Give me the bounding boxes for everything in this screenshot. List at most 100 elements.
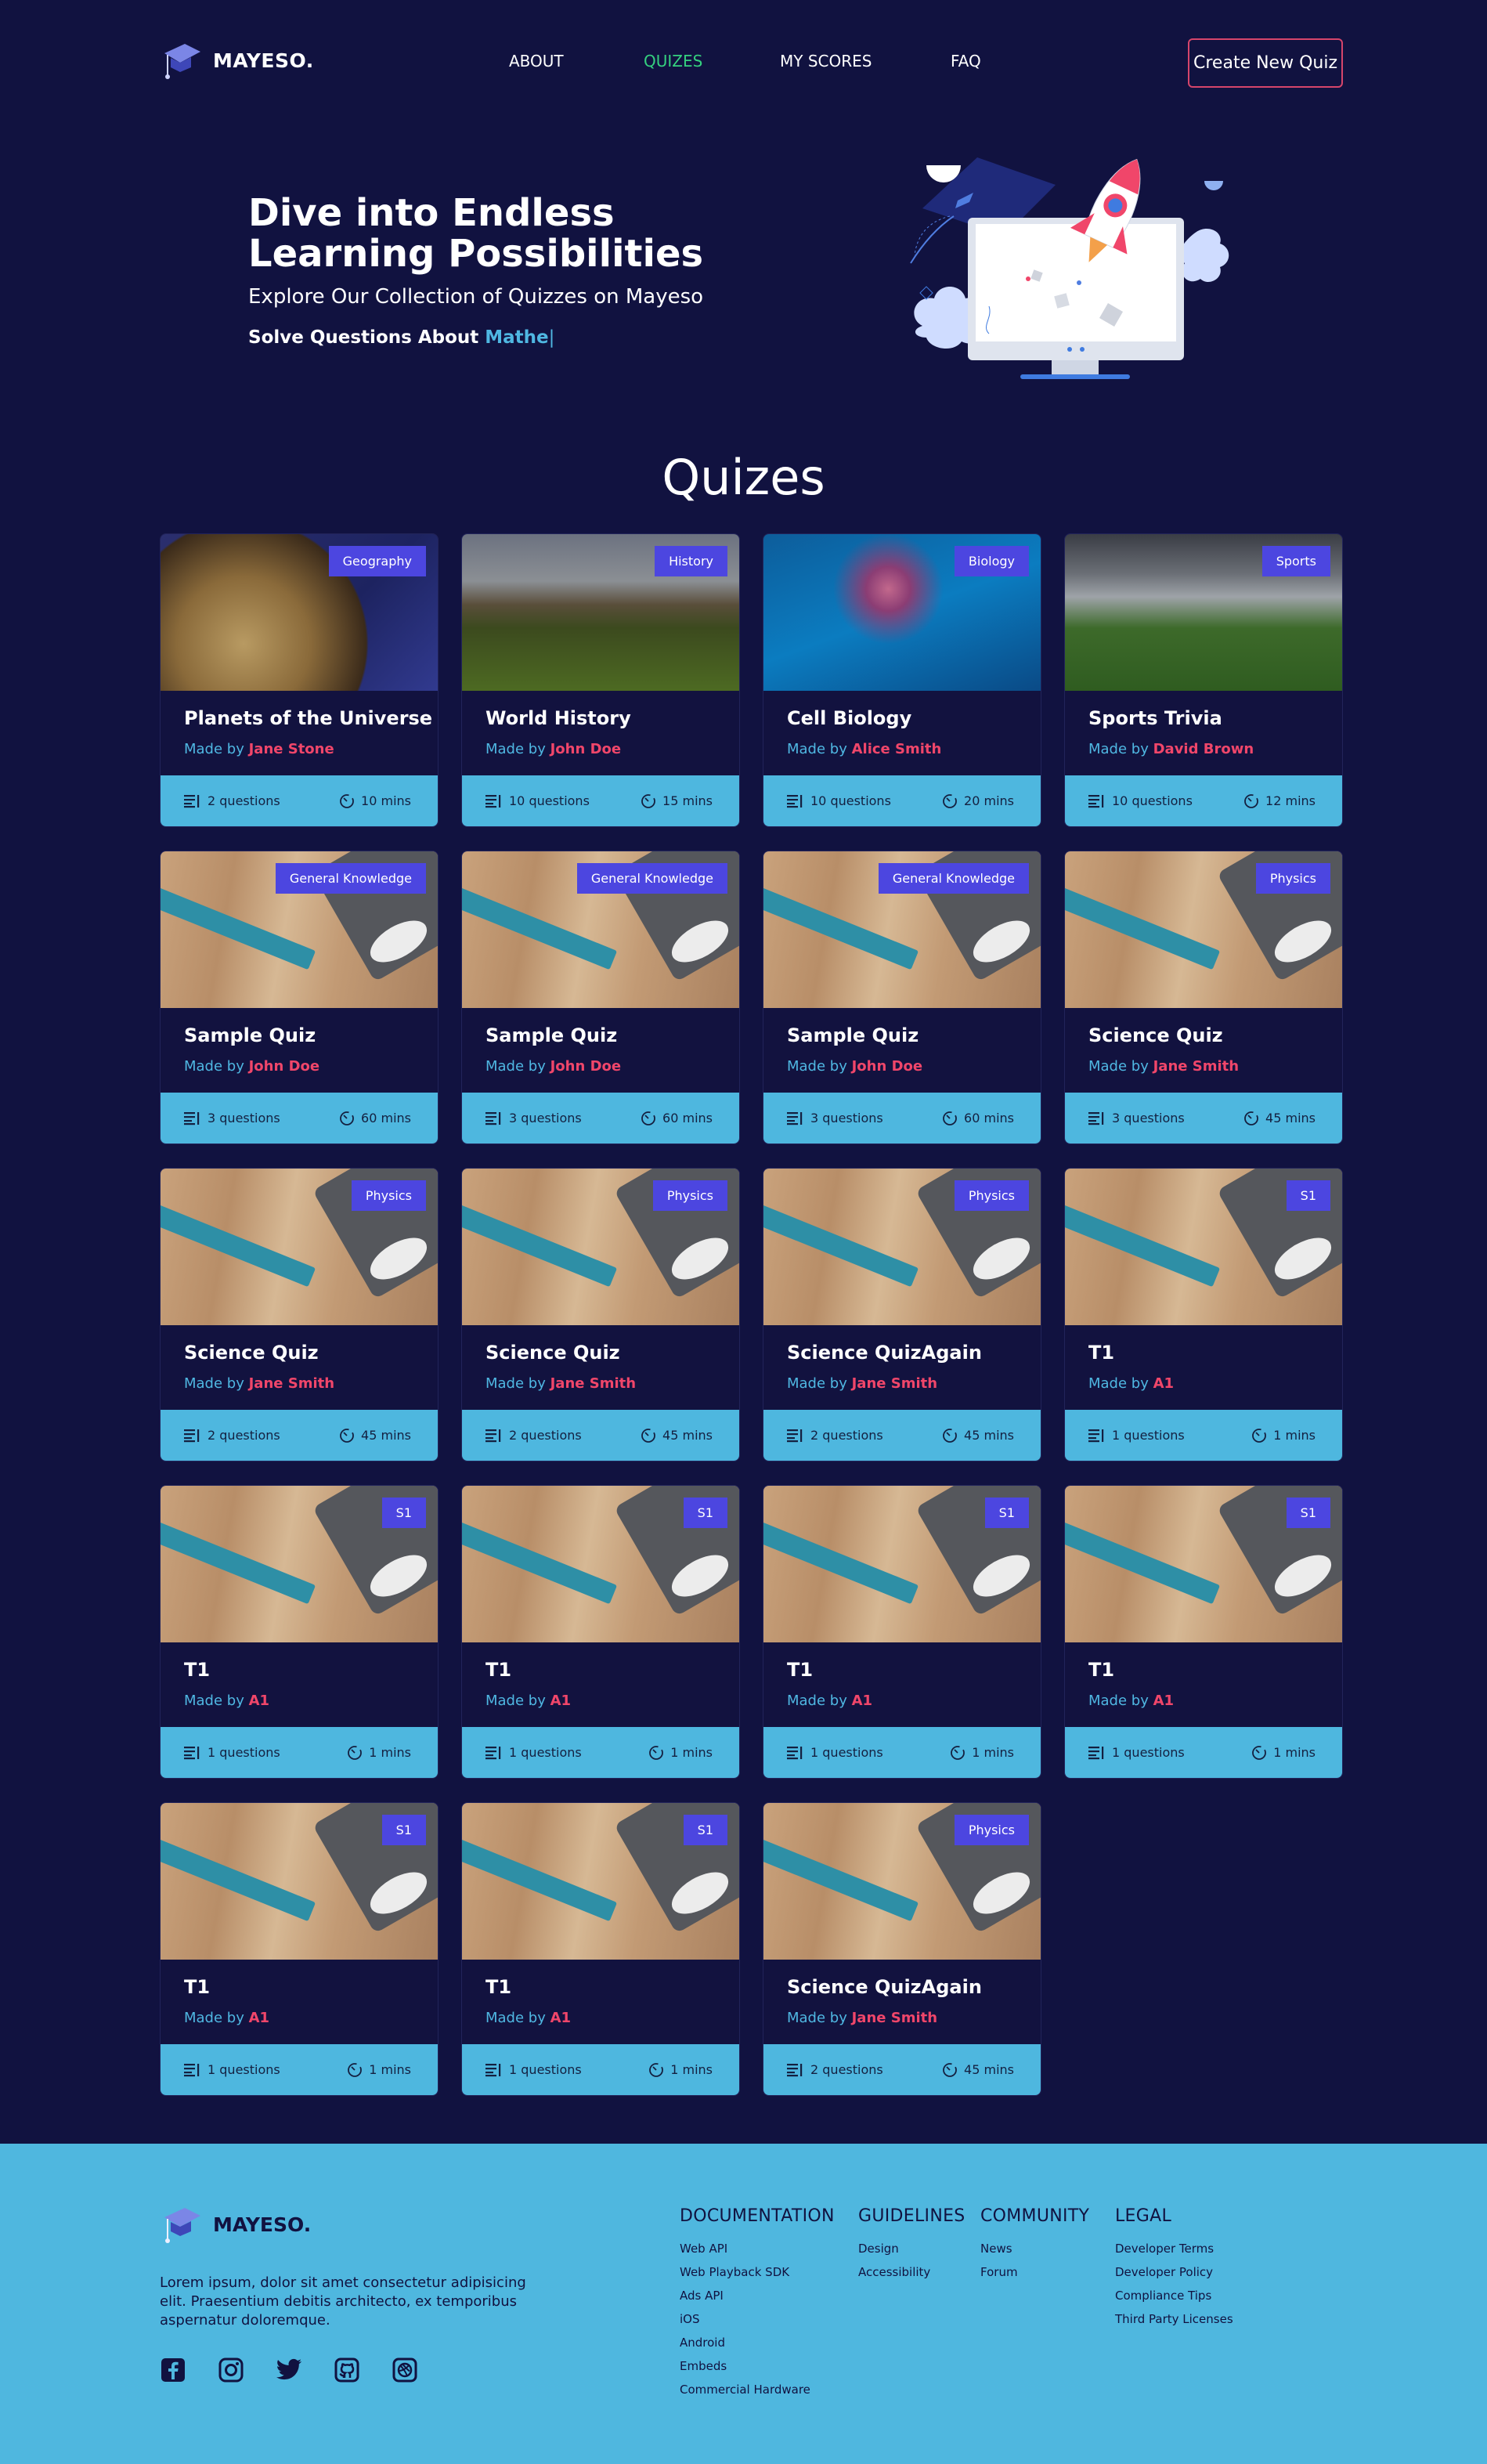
quiz-card-footer: 10 questions 20 mins <box>763 775 1041 826</box>
question-count: 3 questions <box>485 1111 582 1125</box>
dribbble-icon[interactable] <box>392 2357 418 2383</box>
timer-icon <box>649 1745 664 1760</box>
footer-brand-logo[interactable]: MAYESO. <box>160 2205 311 2244</box>
question-count: 2 questions <box>184 793 280 808</box>
timer-icon <box>340 1111 354 1125</box>
footer-link[interactable]: Ads API <box>680 2284 835 2307</box>
quiz-card-author: Made by John Doe <box>787 1058 922 1075</box>
footer-link[interactable]: Developer Policy <box>1115 2260 1233 2284</box>
nav-link-quizes[interactable]: QUIZES <box>644 52 702 70</box>
instagram-icon[interactable] <box>218 2357 244 2383</box>
pencil-shape <box>161 1200 316 1288</box>
category-badge: Sports <box>1261 546 1330 576</box>
list-icon <box>184 2063 200 2076</box>
quiz-card[interactable]: S1 T1 Made by A1 1 questions 1 mins <box>160 1485 439 1779</box>
typewriter-caret: | <box>548 327 555 348</box>
brand-name: MAYESO. <box>213 49 314 72</box>
made-by-label: Made by <box>184 2010 244 2026</box>
list-icon <box>485 2063 501 2076</box>
question-count: 1 questions <box>184 1745 280 1760</box>
quiz-card[interactable]: Physics Science Quiz Made by Jane Smith 3 q… <box>1064 851 1343 1144</box>
footer-link[interactable]: Commercial Hardware <box>680 2378 835 2401</box>
duration: 45 mins <box>942 2062 1014 2078</box>
pencil-shape <box>462 1834 618 1922</box>
brand-logo[interactable]: MAYESO. <box>160 41 314 80</box>
footer-link[interactable]: Embeds <box>680 2354 835 2378</box>
timer-icon <box>340 793 354 808</box>
nav-link-about[interactable]: ABOUT <box>509 52 564 70</box>
footer-column-guidelines: GUIDELINES Design Accessibility <box>858 2206 965 2284</box>
category-badge: S1 <box>683 1498 727 1528</box>
made-by-label: Made by <box>485 1058 546 1075</box>
footer-link[interactable]: Forum <box>980 2260 1089 2284</box>
quiz-card[interactable]: S1 T1 Made by A1 1 questions 1 mins <box>763 1485 1041 1779</box>
quiz-card[interactable]: General Knowledge Sample Quiz Made by John… <box>763 851 1041 1144</box>
footer-link[interactable]: Web Playback SDK <box>680 2260 835 2284</box>
quiz-card-image: S1 <box>763 1486 1041 1642</box>
quiz-card[interactable]: General Knowledge Sample Quiz Made by John… <box>160 851 439 1144</box>
nav-link-my-scores[interactable]: MY SCORES <box>780 52 872 70</box>
quiz-card[interactable]: General Knowledge Sample Quiz Made by John… <box>461 851 740 1144</box>
quiz-card-footer: 10 questions 12 mins <box>1065 775 1342 826</box>
question-count-text: 1 questions <box>509 1745 582 1760</box>
question-count-text: 2 questions <box>810 2062 883 2077</box>
category-badge: S1 <box>1286 1180 1330 1211</box>
footer-link[interactable]: News <box>980 2237 1089 2260</box>
made-by-label: Made by <box>485 741 546 757</box>
made-by-label: Made by <box>1088 1693 1149 1709</box>
quiz-card-author: Made by A1 <box>184 2010 269 2026</box>
github-icon[interactable] <box>334 2357 360 2383</box>
pencil-shape <box>1065 1517 1221 1605</box>
footer-link[interactable]: Design <box>858 2237 965 2260</box>
duration-text: 60 mins <box>662 1111 713 1125</box>
quiz-card-author: Made by Jane Smith <box>787 2010 937 2026</box>
question-count-text: 2 questions <box>208 1428 280 1443</box>
timer-icon <box>1252 1428 1267 1443</box>
quiz-card-image: General Knowledge <box>462 851 739 1008</box>
footer-link[interactable]: Third Party Licenses <box>1115 2307 1233 2331</box>
list-icon <box>787 1429 803 1442</box>
create-new-quiz-button[interactable]: Create New Quiz <box>1188 38 1343 88</box>
question-count: 1 questions <box>1088 1745 1185 1760</box>
footer-link[interactable]: Android <box>680 2331 835 2354</box>
quiz-card[interactable]: S1 T1 Made by A1 1 questions 1 mins <box>1064 1485 1343 1779</box>
quiz-card[interactable]: S1 T1 Made by A1 1 questions 1 mins <box>461 1802 740 2096</box>
footer-link[interactable]: Web API <box>680 2237 835 2260</box>
footer-link[interactable]: Accessibility <box>858 2260 965 2284</box>
quiz-card[interactable]: Biology Cell Biology Made by Alice Smith 10… <box>763 533 1041 827</box>
footer-link[interactable]: Developer Terms <box>1115 2237 1233 2260</box>
quiz-card[interactable]: Physics Science Quiz Made by Jane Smith 2 q… <box>160 1168 439 1461</box>
quiz-card-image: S1 <box>1065 1169 1342 1325</box>
top-navbar: MAYESO. ABOUT QUIZES MY SCORES FAQ Creat… <box>0 0 1487 127</box>
quiz-card[interactable]: Geography Planets of the Universe Made by … <box>160 533 439 827</box>
quiz-card[interactable]: Sports Sports Trivia Made by David Brown 10… <box>1064 533 1343 827</box>
quiz-card-title: T1 <box>1088 1659 1115 1681</box>
duration-text: 45 mins <box>662 1428 713 1443</box>
quiz-card[interactable]: Physics Science QuizAgain Made by Jane Smi… <box>763 1168 1041 1461</box>
footer-link[interactable]: Compliance Tips <box>1115 2284 1233 2307</box>
facebook-icon[interactable] <box>160 2357 186 2383</box>
quiz-card-footer: 3 questions 60 mins <box>161 1093 438 1143</box>
footer-link[interactable]: iOS <box>680 2307 835 2331</box>
quiz-card-image: History <box>462 534 739 691</box>
twitter-icon[interactable] <box>276 2357 302 2383</box>
quiz-card[interactable]: S1 T1 Made by A1 1 questions 1 mins <box>1064 1168 1343 1461</box>
question-count: 1 questions <box>184 2062 280 2077</box>
timer-icon <box>943 1428 957 1443</box>
quiz-card-footer: 1 questions 1 mins <box>161 2044 438 2095</box>
author-name: A1 <box>1153 1693 1175 1709</box>
footer-description: Lorem ipsum, dolor sit amet consectetur … <box>160 2274 526 2329</box>
quiz-card-author: Made by David Brown <box>1088 741 1254 757</box>
quiz-card[interactable]: Physics Science QuizAgain Made by Jane Smi… <box>763 1802 1041 2096</box>
quiz-card[interactable]: Physics Science Quiz Made by Jane Smith 2 q… <box>461 1168 740 1461</box>
quiz-card[interactable]: S1 T1 Made by A1 1 questions 1 mins <box>461 1485 740 1779</box>
quiz-card[interactable]: S1 T1 Made by A1 1 questions 1 mins <box>160 1802 439 2096</box>
category-badge: History <box>655 546 727 576</box>
made-by-label: Made by <box>1088 1058 1149 1075</box>
question-count: 3 questions <box>787 1111 883 1125</box>
nav-link-faq[interactable]: FAQ <box>951 52 981 70</box>
hero-typewriter: Solve Questions About Mathe| <box>248 327 554 348</box>
quiz-card[interactable]: History World History Made by John Doe 10 q… <box>461 533 740 827</box>
duration: 60 mins <box>641 1111 713 1126</box>
quiz-card-footer: 3 questions 45 mins <box>1065 1093 1342 1143</box>
